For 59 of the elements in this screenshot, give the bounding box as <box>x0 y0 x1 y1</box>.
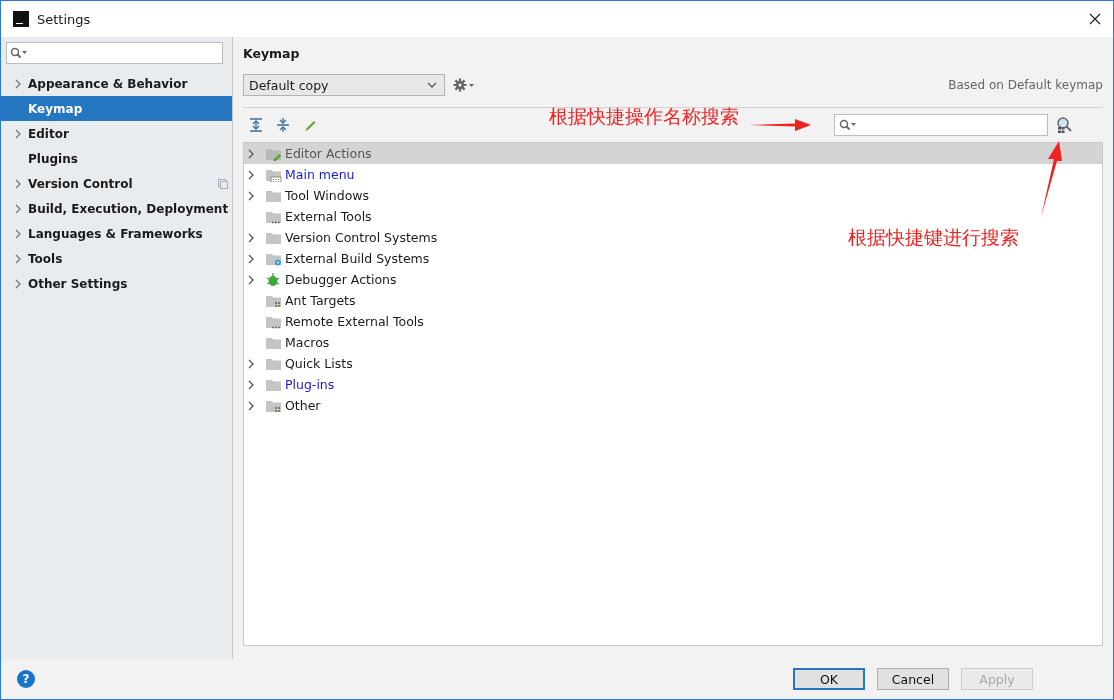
collapse-all-icon[interactable] <box>276 118 290 132</box>
tree-item[interactable]: Main menu <box>244 164 359 185</box>
help-button[interactable]: ? <box>17 670 35 688</box>
chevron-right-icon[interactable] <box>248 232 254 243</box>
chevron-right-icon[interactable] <box>15 128 21 139</box>
sidebar-item[interactable]: Build, Execution, Deployment <box>6 196 232 221</box>
tree-item[interactable]: Remote External Tools <box>244 311 428 332</box>
sidebar-item[interactable]: Plugins <box>6 146 232 171</box>
sidebar-item[interactable]: Version Control <box>6 171 232 196</box>
chevron-right-icon[interactable] <box>248 274 254 285</box>
expand-all-icon[interactable] <box>249 118 263 132</box>
search-field[interactable] <box>834 114 1048 136</box>
tree-item[interactable]: Macros <box>244 332 334 353</box>
tree-item[interactable]: Debugger Actions <box>244 269 401 290</box>
tree-item[interactable]: Plug-ins <box>244 374 339 395</box>
dialog-button[interactable]: Cancel <box>877 668 949 690</box>
tree-item[interactable]: Tool Windows <box>244 185 374 206</box>
annotation-text: 根据快捷操作名称搜索 <box>549 104 739 129</box>
settings-icon[interactable] <box>453 78 475 92</box>
tree-item[interactable]: Ant Targets <box>244 290 360 311</box>
chevron-right-icon[interactable] <box>15 203 21 214</box>
chevron-right-icon[interactable] <box>248 400 254 411</box>
chevron-right-icon[interactable] <box>248 379 254 390</box>
chevron-right-icon[interactable] <box>15 178 21 189</box>
chevron-right-icon[interactable] <box>248 253 254 264</box>
tree-item[interactable]: External Tools <box>244 206 376 227</box>
keymap-dropdown[interactable]: Default copy <box>243 74 445 96</box>
sidebar-item[interactable]: Languages & Frameworks <box>6 221 232 246</box>
close-icon[interactable] <box>1089 13 1101 25</box>
tree-item[interactable]: Other <box>244 395 325 416</box>
tree-item[interactable]: Quick Lists <box>244 353 357 374</box>
annotation-text: 根据快捷键进行搜索 <box>848 225 1019 250</box>
app-logo-icon <box>13 11 29 27</box>
chevron-right-icon[interactable] <box>15 278 21 289</box>
search-icon <box>839 119 857 131</box>
window-title: Settings <box>37 11 92 27</box>
sidebar-item[interactable]: Editor <box>6 121 232 146</box>
chevron-right-icon[interactable] <box>248 190 254 201</box>
tree-item[interactable]: Version Control Systems <box>244 227 442 248</box>
shortcut-search-icon[interactable] <box>1055 116 1073 134</box>
tree-item[interactable]: External Build Systems <box>244 248 434 269</box>
chevron-right-icon[interactable] <box>15 228 21 239</box>
chevron-right-icon[interactable] <box>15 253 21 264</box>
chevron-right-icon[interactable] <box>248 358 254 369</box>
sidebar-item[interactable]: Other Settings <box>6 271 232 296</box>
pencil-icon[interactable] <box>303 118 317 132</box>
chevron-right-icon[interactable] <box>248 148 254 159</box>
chevron-right-icon[interactable] <box>248 169 254 180</box>
based-on-label: Based on Default keymap <box>948 78 1103 92</box>
search-icon <box>10 47 28 59</box>
chevron-down-icon <box>427 82 437 88</box>
chevron-right-icon[interactable] <box>15 78 21 89</box>
search-field[interactable] <box>6 42 223 64</box>
page-title: Keymap <box>243 46 301 63</box>
tree-item[interactable]: Editor Actions <box>244 143 1102 164</box>
dialog-button[interactable]: OK <box>793 668 865 690</box>
sidebar-item[interactable]: Tools <box>6 246 232 271</box>
sidebar-item[interactable]: Keymap <box>1 96 232 121</box>
sidebar-item[interactable]: Appearance & Behavior <box>6 71 232 96</box>
